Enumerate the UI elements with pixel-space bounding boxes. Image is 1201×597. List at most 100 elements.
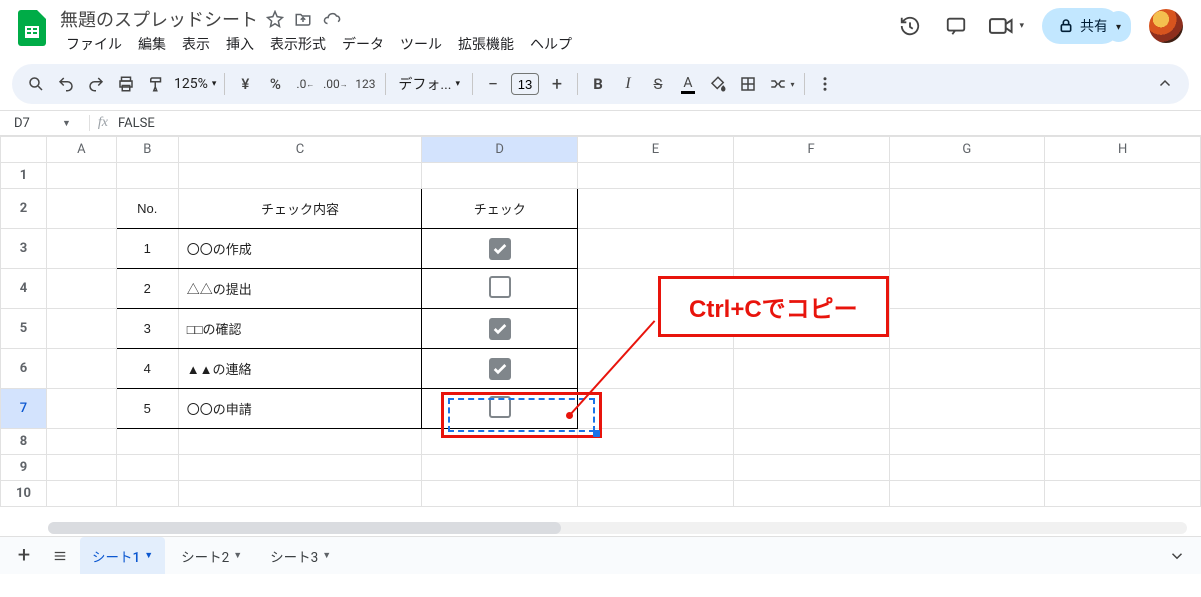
table-row[interactable]: 5 — [116, 389, 178, 429]
col-header-H[interactable]: H — [1045, 137, 1201, 163]
row-header-10[interactable]: 10 — [1, 481, 47, 507]
selection-handle[interactable] — [593, 430, 600, 437]
fill-color-icon[interactable] — [704, 70, 732, 98]
col-header-B[interactable]: B — [116, 137, 178, 163]
print-icon[interactable] — [112, 70, 140, 98]
menu-file[interactable]: ファイル — [60, 32, 128, 56]
font-size-decrease[interactable]: − — [479, 70, 507, 98]
col-header-G[interactable]: G — [889, 137, 1045, 163]
sheet-tab-1[interactable]: シート1▼ — [80, 537, 165, 574]
row-header-1[interactable]: 1 — [1, 163, 47, 189]
table-header-check[interactable]: チェック — [422, 189, 578, 229]
col-header-F[interactable]: F — [733, 137, 889, 163]
col-header-D[interactable]: D — [422, 137, 578, 163]
table-checkbox[interactable] — [422, 389, 578, 429]
share-label: 共有 — [1080, 16, 1108, 36]
menu-extensions[interactable]: 拡張機能 — [452, 32, 520, 56]
percent-icon[interactable]: % — [261, 70, 289, 98]
currency-icon[interactable]: ¥ — [231, 70, 259, 98]
font-size-increase[interactable]: + — [543, 70, 571, 98]
account-avatar[interactable] — [1149, 9, 1183, 43]
table-row[interactable]: □□の確認 — [178, 309, 422, 349]
all-sheets-icon[interactable] — [44, 540, 76, 572]
decrease-decimal-icon[interactable]: .0← — [291, 70, 319, 98]
menu-help[interactable]: ヘルプ — [524, 32, 578, 56]
grid[interactable]: A B C D E F G H 1 2 No. チェック内容 チェック 3 1 … — [0, 136, 1201, 536]
font-select[interactable]: デフォ...▾ — [392, 74, 466, 94]
table-checkbox[interactable] — [422, 269, 578, 309]
table-row[interactable]: 4 — [116, 349, 178, 389]
sheet-tab-bar: + シート1▼ シート2▼ シート3▼ — [0, 536, 1201, 574]
row-header-7[interactable]: 7 — [1, 389, 47, 429]
italic-icon[interactable]: I — [614, 70, 642, 98]
add-sheet-icon[interactable]: + — [8, 540, 40, 572]
horizontal-scrollbar[interactable] — [48, 522, 1187, 534]
toolbar: 125%▾ ¥ % .0← .00→ 123 デフォ...▾ − + B I S… — [12, 64, 1189, 104]
menu-insert[interactable]: 挿入 — [220, 32, 260, 56]
move-icon[interactable] — [294, 10, 312, 28]
sheet-tab-2[interactable]: シート2▼ — [169, 537, 254, 574]
increase-decimal-icon[interactable]: .00→ — [321, 70, 349, 98]
undo-icon[interactable] — [52, 70, 80, 98]
select-all-corner[interactable] — [1, 137, 47, 163]
formula-text[interactable]: FALSE — [116, 116, 155, 131]
row-header-2[interactable]: 2 — [1, 189, 47, 229]
scrollbar-thumb[interactable] — [48, 522, 561, 534]
collapse-toolbar-icon[interactable] — [1151, 70, 1179, 98]
table-row[interactable]: 〇〇の作成 — [178, 229, 422, 269]
annotation-label: Ctrl+Cでコピー — [658, 276, 889, 337]
history-icon[interactable] — [896, 12, 924, 40]
table-row[interactable]: △△の提出 — [178, 269, 422, 309]
col-header-C[interactable]: C — [178, 137, 422, 163]
name-box-dropdown[interactable]: ▼ — [58, 118, 89, 129]
menu-edit[interactable]: 編集 — [132, 32, 172, 56]
row-header-8[interactable]: 8 — [1, 429, 47, 455]
font-size-input[interactable] — [511, 73, 539, 95]
table-header-no[interactable]: No. — [116, 189, 178, 229]
table-checkbox[interactable] — [422, 229, 578, 269]
col-header-A[interactable]: A — [46, 137, 116, 163]
row-header-3[interactable]: 3 — [1, 229, 47, 269]
table-row[interactable]: 2 — [116, 269, 178, 309]
zoom-select[interactable]: 125%▾ — [172, 76, 218, 92]
sheets-logo[interactable] — [12, 8, 52, 48]
row-header-9[interactable]: 9 — [1, 455, 47, 481]
title-bar: 無題のスプレッドシート ファイル 編集 表示 挿入 表示形式 データ ツール 拡… — [0, 0, 1201, 64]
more-icon[interactable] — [811, 70, 839, 98]
table-row[interactable]: 〇〇の申請 — [178, 389, 422, 429]
more-formats-icon[interactable]: 123 — [351, 70, 379, 98]
borders-icon[interactable] — [734, 70, 762, 98]
row-header-5[interactable]: 5 — [1, 309, 47, 349]
row-header-6[interactable]: 6 — [1, 349, 47, 389]
bold-icon[interactable]: B — [584, 70, 612, 98]
sheet-tab-3[interactable]: シート3▼ — [258, 537, 343, 574]
table-row[interactable]: 1 — [116, 229, 178, 269]
menu-tools[interactable]: ツール — [394, 32, 448, 56]
meet-icon[interactable]: ▾ — [988, 12, 1024, 40]
table-checkbox[interactable] — [422, 309, 578, 349]
table-row[interactable]: 3 — [116, 309, 178, 349]
redo-icon[interactable] — [82, 70, 110, 98]
menu-bar: ファイル 編集 表示 挿入 表示形式 データ ツール 拡張機能 ヘルプ — [56, 30, 578, 56]
star-icon[interactable] — [266, 10, 284, 28]
row-header-4[interactable]: 4 — [1, 269, 47, 309]
name-box[interactable]: D7 — [0, 116, 58, 131]
comment-icon[interactable] — [942, 12, 970, 40]
search-icon[interactable] — [22, 70, 50, 98]
fx-icon: fx — [89, 115, 116, 131]
col-header-E[interactable]: E — [578, 137, 734, 163]
table-row[interactable]: ▲▲の連絡 — [178, 349, 422, 389]
cloud-icon[interactable] — [322, 10, 342, 28]
strikethrough-icon[interactable]: S — [644, 70, 672, 98]
menu-view[interactable]: 表示 — [176, 32, 216, 56]
table-header-content[interactable]: チェック内容 — [178, 189, 422, 229]
table-checkbox[interactable] — [422, 349, 578, 389]
explore-icon[interactable] — [1161, 540, 1193, 572]
menu-format[interactable]: 表示形式 — [264, 32, 332, 56]
text-color-icon[interactable]: A — [674, 70, 702, 98]
menu-data[interactable]: データ — [336, 32, 390, 56]
doc-title[interactable]: 無題のスプレッドシート — [60, 6, 258, 32]
paint-format-icon[interactable] — [142, 70, 170, 98]
merge-icon[interactable]: ▾ — [764, 70, 798, 98]
share-dropdown[interactable]: ▾ — [1106, 11, 1131, 42]
